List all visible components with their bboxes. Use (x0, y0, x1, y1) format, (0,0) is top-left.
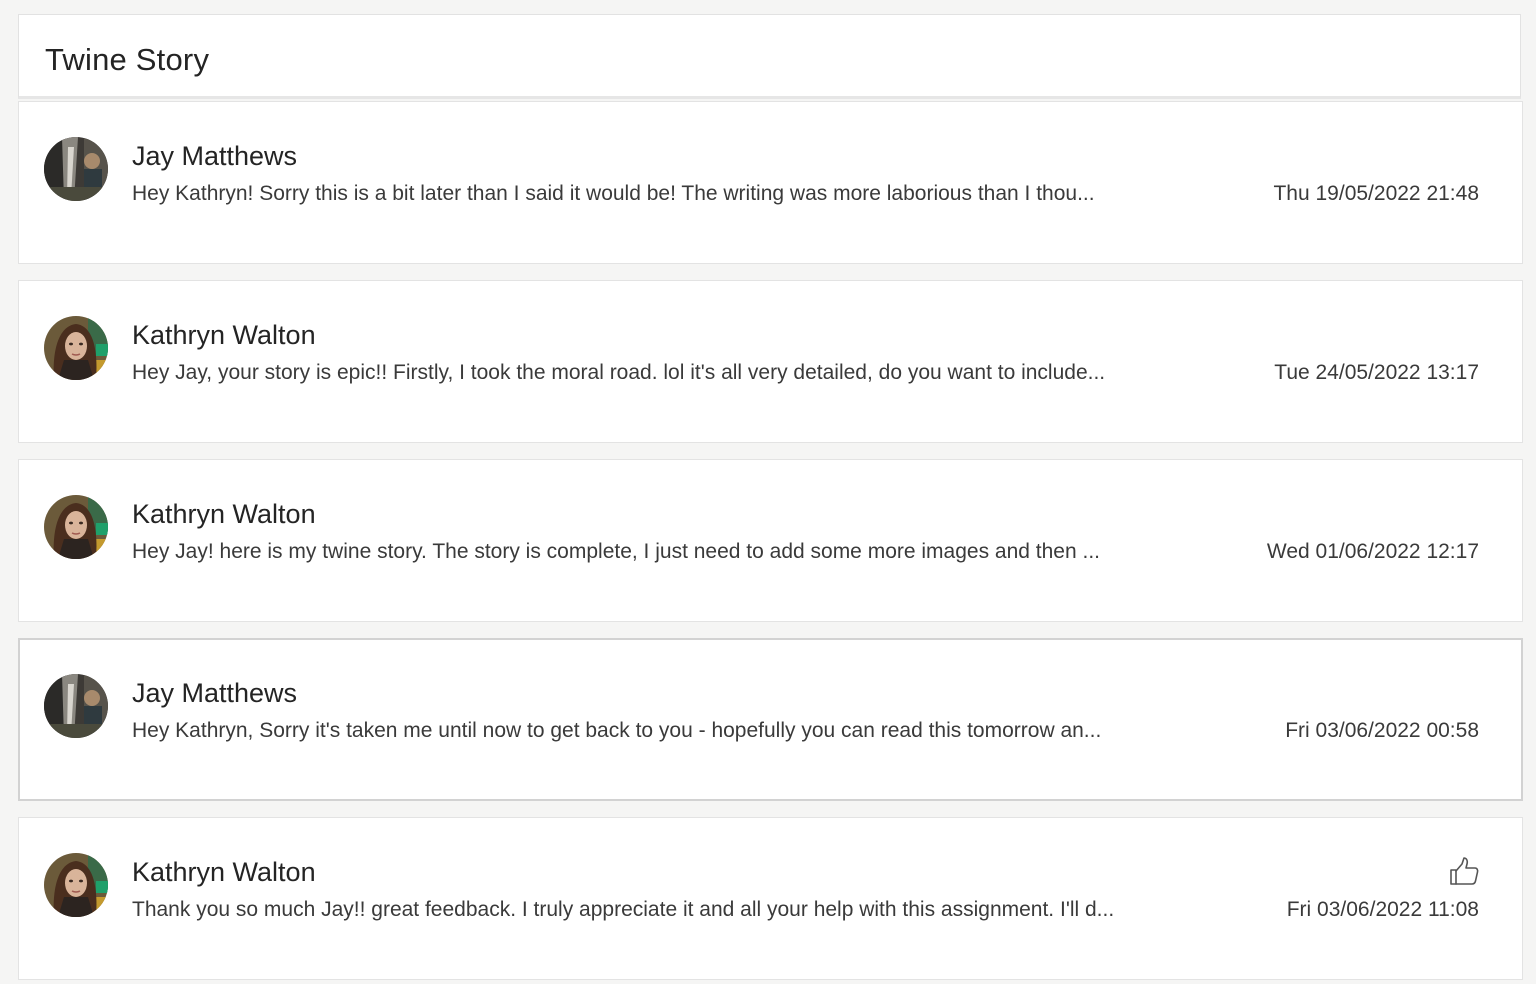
avatar-jay-matthews[interactable] (44, 674, 108, 738)
message-timestamp: Fri 03/06/2022 00:58 (1285, 719, 1479, 742)
avatar-kathryn-walton[interactable] (44, 316, 108, 380)
avatar-jay-matthews[interactable] (44, 137, 108, 201)
sender-name: Kathryn Walton (132, 857, 316, 887)
message-card[interactable]: Kathryn Walton Hey Jay, your story is ep… (18, 280, 1523, 443)
conversation-page: Twine Story Jay Matthews Hey Kathryn! So… (0, 0, 1536, 984)
sender-name: Jay Matthews (132, 141, 298, 171)
avatar-kathryn-walton[interactable] (44, 853, 108, 917)
message-card-selected[interactable]: Jay Matthews Hey Kathryn, Sorry it's tak… (18, 638, 1523, 801)
conversation-header: Twine Story (18, 14, 1521, 99)
avatar-kathryn-walton[interactable] (44, 495, 108, 559)
message-timestamp: Wed 01/06/2022 12:17 (1266, 540, 1479, 563)
thumbs-up-icon[interactable] (1448, 856, 1480, 888)
message-preview: Hey Kathryn, Sorry it's taken me until n… (132, 719, 1102, 742)
message-preview: Hey Kathryn! Sorry this is a bit later t… (132, 182, 1095, 205)
message-timestamp: Thu 19/05/2022 21:48 (1273, 182, 1479, 205)
sender-name: Jay Matthews (132, 678, 298, 708)
sender-name: Kathryn Walton (132, 320, 316, 350)
message-timestamp: Fri 03/06/2022 11:08 (1286, 898, 1479, 921)
conversation-title: Twine Story (45, 42, 210, 77)
message-preview: Thank you so much Jay!! great feedback. … (132, 898, 1115, 921)
message-preview: Hey Jay! here is my twine story. The sto… (132, 540, 1100, 563)
message-card[interactable]: Kathryn Walton Hey Jay! here is my twine… (18, 459, 1523, 622)
sender-name: Kathryn Walton (132, 499, 316, 529)
message-card[interactable]: Jay Matthews Hey Kathryn! Sorry this is … (18, 101, 1523, 264)
message-timestamp: Tue 24/05/2022 13:17 (1274, 361, 1479, 384)
message-preview: Hey Jay, your story is epic!! Firstly, I… (132, 361, 1106, 384)
message-card[interactable]: Kathryn Walton Thank you so much Jay!! g… (18, 817, 1523, 980)
